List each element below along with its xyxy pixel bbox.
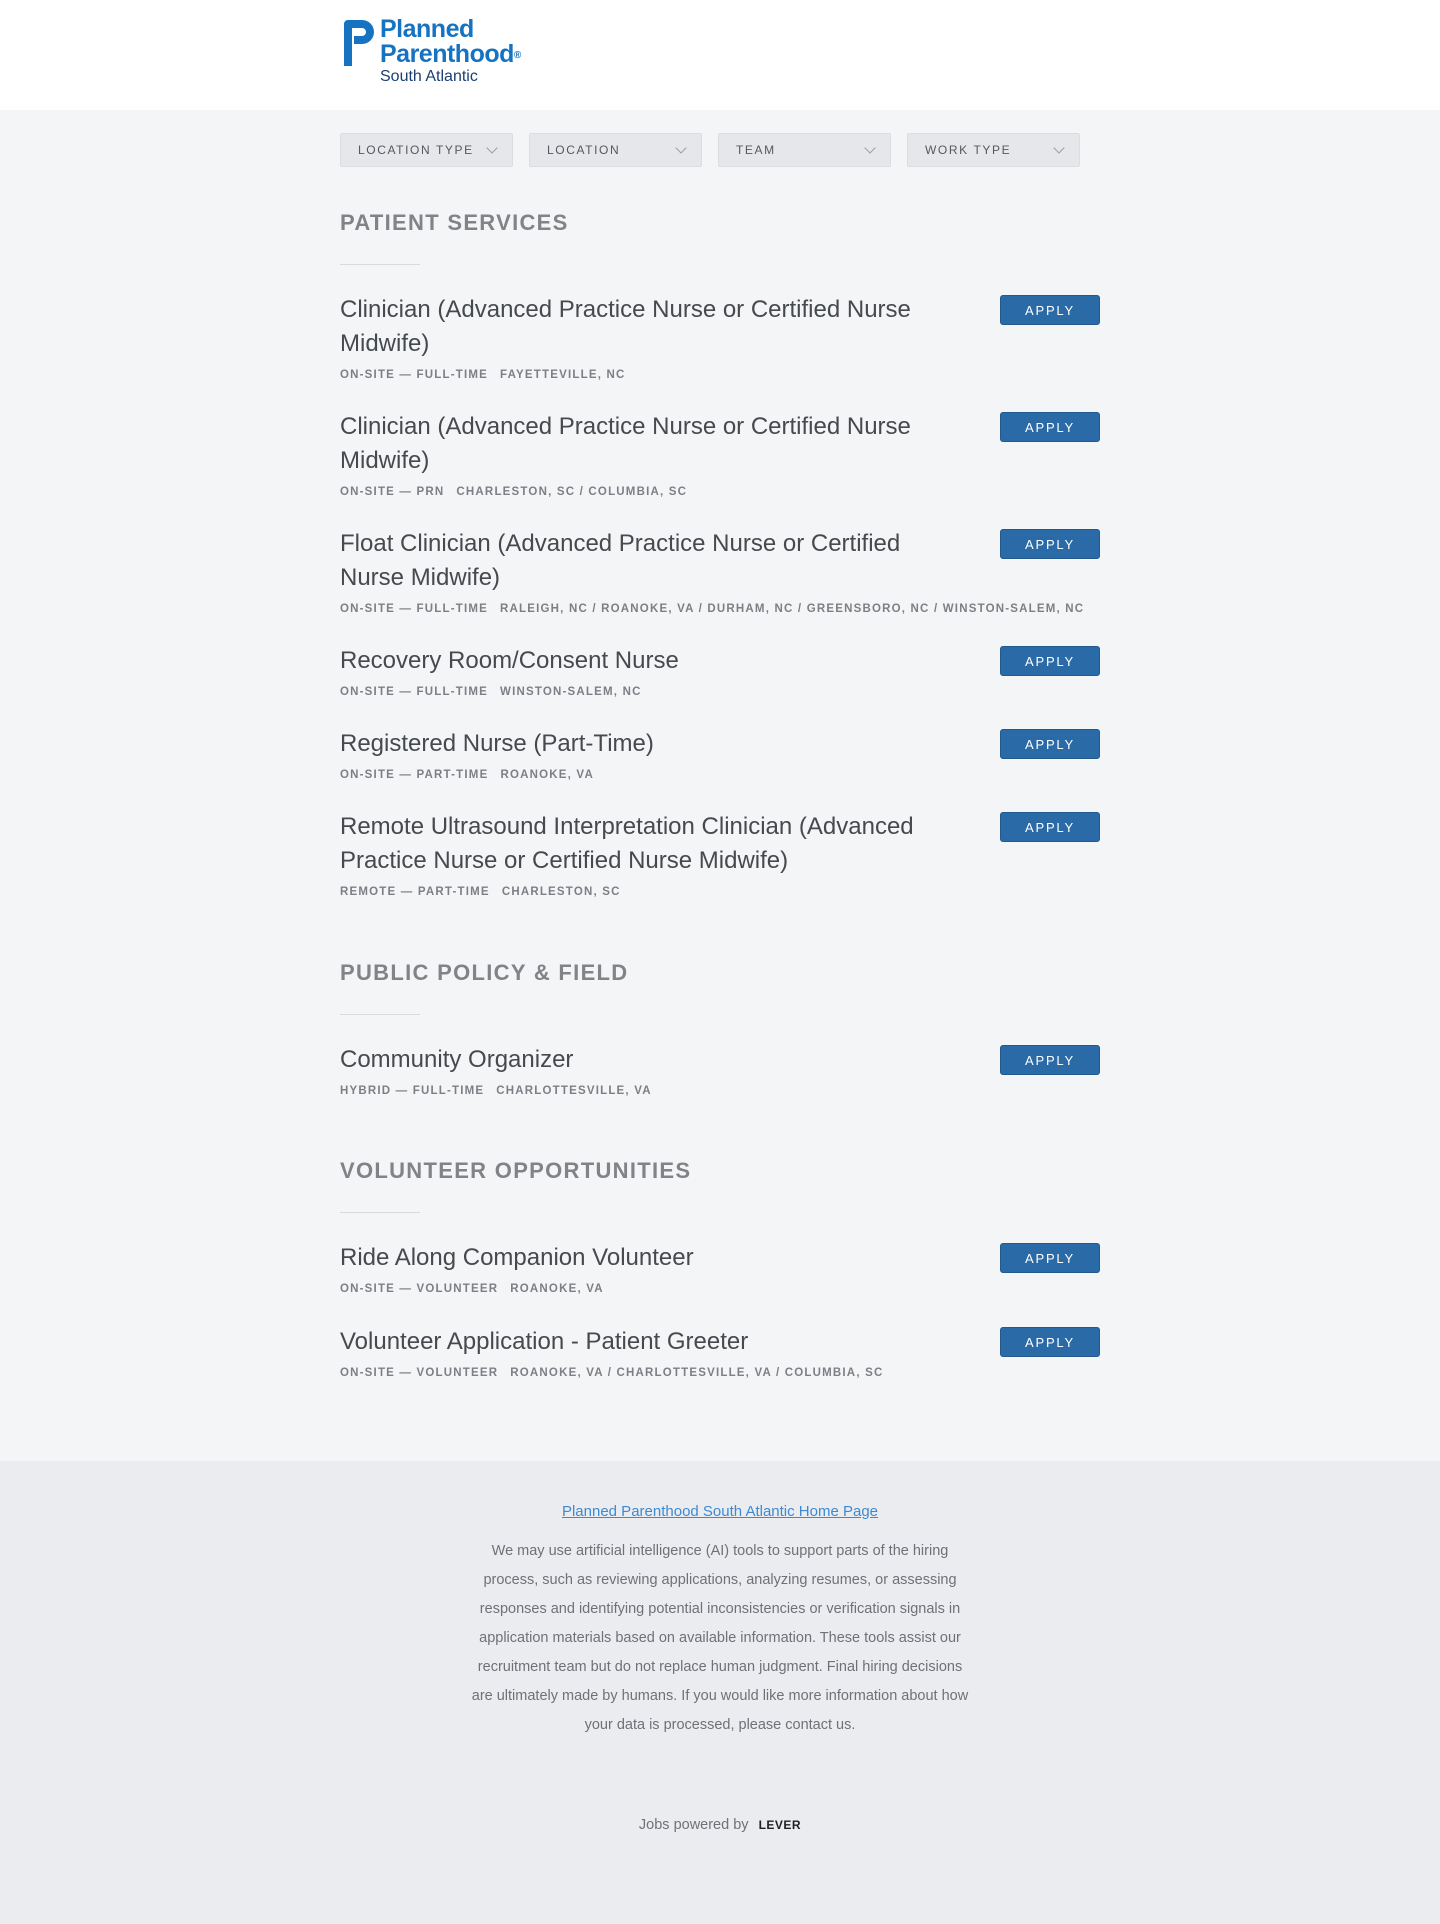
posting-meta: ON-SITE — PART-TIME ROANOKE, VA xyxy=(340,769,1100,781)
posting-location: ROANOKE, VA / CHARLOTTESVILLE, VA / COLU… xyxy=(510,1367,884,1379)
planned-parenthood-logo-icon xyxy=(344,20,374,66)
posting-meta: ON-SITE — FULL-TIME RALEIGH, NC / ROANOKE… xyxy=(340,603,1100,615)
apply-button[interactable]: APPLY xyxy=(1000,1243,1100,1273)
posting-location: ROANOKE, VA xyxy=(510,1283,604,1295)
chevron-down-icon xyxy=(1053,142,1065,154)
posting-meta: HYBRID — FULL-TIME CHARLOTTESVILLE, VA xyxy=(340,1085,1100,1097)
powered-by: Jobs powered by LEVER xyxy=(0,1817,1440,1833)
posting-work-type: ON-SITE — VOLUNTEER xyxy=(340,1367,499,1379)
filter-label: LOCATION xyxy=(547,143,621,157)
group-divider xyxy=(340,1212,420,1213)
group-divider xyxy=(340,264,420,265)
posting-meta: ON-SITE — VOLUNTEER ROANOKE, VA / CHARLOT… xyxy=(340,1367,1100,1379)
posting-work-type: ON-SITE — FULL-TIME xyxy=(340,686,489,698)
chevron-down-icon xyxy=(675,142,687,154)
group-title-public-policy: PUBLIC POLICY & FIELD xyxy=(340,960,629,985)
apply-button[interactable]: APPLY xyxy=(1000,529,1100,559)
filter-location-type[interactable]: LOCATION TYPE xyxy=(340,133,513,167)
filter-label: TEAM xyxy=(736,143,776,157)
posting-item: Registered Nurse (Part-Time) ON-SITE — P… xyxy=(340,727,1100,781)
posting-location: CHARLOTTESVILLE, VA xyxy=(496,1085,652,1097)
brand-line-3: South Atlantic xyxy=(380,68,478,85)
group-title-patient-services: PATIENT SERVICES xyxy=(340,210,569,235)
posting-location: CHARLESTON, SC / COLUMBIA, SC xyxy=(456,486,688,498)
filter-bar: LOCATION TYPE LOCATION TEAM WORK TYPE xyxy=(340,133,1080,167)
filter-location[interactable]: LOCATION xyxy=(529,133,702,167)
posting-item: Float Clinician (Advanced Practice Nurse… xyxy=(340,527,1100,615)
posting-item: Remote Ultrasound Interpretation Clinici… xyxy=(340,810,1100,898)
posting-meta: ON-SITE — FULL-TIME FAYETTEVILLE, NC xyxy=(340,369,1100,381)
posting-work-type: ON-SITE — FULL-TIME xyxy=(340,603,489,615)
posting-meta: ON-SITE — PRN CHARLESTON, SC / COLUMBIA, … xyxy=(340,486,1100,498)
chevron-down-icon xyxy=(864,142,876,154)
posting-work-type: ON-SITE — PART-TIME xyxy=(340,769,489,781)
posting-title[interactable]: Ride Along Companion Volunteer xyxy=(340,1241,970,1275)
registered-mark: ® xyxy=(513,50,521,61)
posting-location: FAYETTEVILLE, NC xyxy=(500,369,626,381)
posting-work-type: ON-SITE — VOLUNTEER xyxy=(340,1283,499,1295)
posting-meta: ON-SITE — FULL-TIME WINSTON-SALEM, NC xyxy=(340,686,1100,698)
posting-meta: ON-SITE — VOLUNTEER ROANOKE, VA xyxy=(340,1283,1100,1295)
posting-title[interactable]: Remote Ultrasound Interpretation Clinici… xyxy=(340,810,970,878)
posting-title[interactable]: Recovery Room/Consent Nurse xyxy=(340,644,970,678)
posting-meta: REMOTE — PART-TIME CHARLESTON, SC xyxy=(340,886,1100,898)
apply-button[interactable]: APPLY xyxy=(1000,812,1100,842)
filter-label: WORK TYPE xyxy=(925,143,1012,157)
apply-button[interactable]: APPLY xyxy=(1000,1045,1100,1075)
ai-notice: We may use artificial intelligence (AI) … xyxy=(471,1543,969,1733)
apply-button[interactable]: APPLY xyxy=(1000,1327,1100,1357)
apply-button[interactable]: APPLY xyxy=(1000,295,1100,325)
group-divider xyxy=(340,1014,420,1015)
posting-work-type: ON-SITE — FULL-TIME xyxy=(340,369,489,381)
home-page-link[interactable]: Planned Parenthood South Atlantic Home P… xyxy=(0,1503,1440,1520)
posting-item: Recovery Room/Consent Nurse ON-SITE — FU… xyxy=(340,644,1100,698)
brand-line-2: Parenthood® xyxy=(380,40,521,68)
posting-work-type: REMOTE — PART-TIME xyxy=(340,886,490,898)
apply-button[interactable]: APPLY xyxy=(1000,646,1100,676)
posting-title[interactable]: Clinician (Advanced Practice Nurse or Ce… xyxy=(340,410,970,478)
posting-item: Community Organizer HYBRID — FULL-TIME CH… xyxy=(340,1043,1100,1097)
apply-button[interactable]: APPLY xyxy=(1000,412,1100,442)
apply-button[interactable]: APPLY xyxy=(1000,729,1100,759)
posting-title[interactable]: Clinician (Advanced Practice Nurse or Ce… xyxy=(340,293,970,361)
posting-work-type: ON-SITE — PRN xyxy=(340,486,445,498)
posting-item: Clinician (Advanced Practice Nurse or Ce… xyxy=(340,410,1100,498)
posting-title[interactable]: Volunteer Application - Patient Greeter xyxy=(340,1325,970,1359)
chevron-down-icon xyxy=(486,142,498,154)
posting-work-type: HYBRID — FULL-TIME xyxy=(340,1085,485,1097)
posting-location: CHARLESTON, SC xyxy=(501,886,621,898)
filter-team[interactable]: TEAM xyxy=(718,133,891,167)
posting-title[interactable]: Registered Nurse (Part-Time) xyxy=(340,727,970,761)
posting-title[interactable]: Community Organizer xyxy=(340,1043,970,1077)
group-title-volunteer: VOLUNTEER OPPORTUNITIES xyxy=(340,1158,692,1183)
brand-logo[interactable]: Planned Parenthood® South Atlantic xyxy=(340,16,540,88)
filter-label: LOCATION TYPE xyxy=(358,143,474,157)
brand-line-1: Planned xyxy=(380,15,474,43)
posting-location: WINSTON-SALEM, NC xyxy=(500,686,642,698)
posting-item: Volunteer Application - Patient Greeter … xyxy=(340,1325,1100,1379)
posting-item: Clinician (Advanced Practice Nurse or Ce… xyxy=(340,293,1100,381)
lever-logo-link[interactable]: LEVER xyxy=(759,1818,802,1832)
posting-title[interactable]: Float Clinician (Advanced Practice Nurse… xyxy=(340,527,970,595)
powered-by-text: Jobs powered by xyxy=(638,1817,749,1833)
posting-item: Ride Along Companion Volunteer ON-SITE —… xyxy=(340,1241,1100,1295)
site-header: Planned Parenthood® South Atlantic xyxy=(0,0,1440,110)
filter-work-type[interactable]: WORK TYPE xyxy=(907,133,1080,167)
page-footer: Planned Parenthood South Atlantic Home P… xyxy=(0,1461,1440,1924)
posting-location: RALEIGH, NC / ROANOKE, VA / DURHAM, NC /… xyxy=(500,603,1085,615)
posting-location: ROANOKE, VA xyxy=(500,769,594,781)
